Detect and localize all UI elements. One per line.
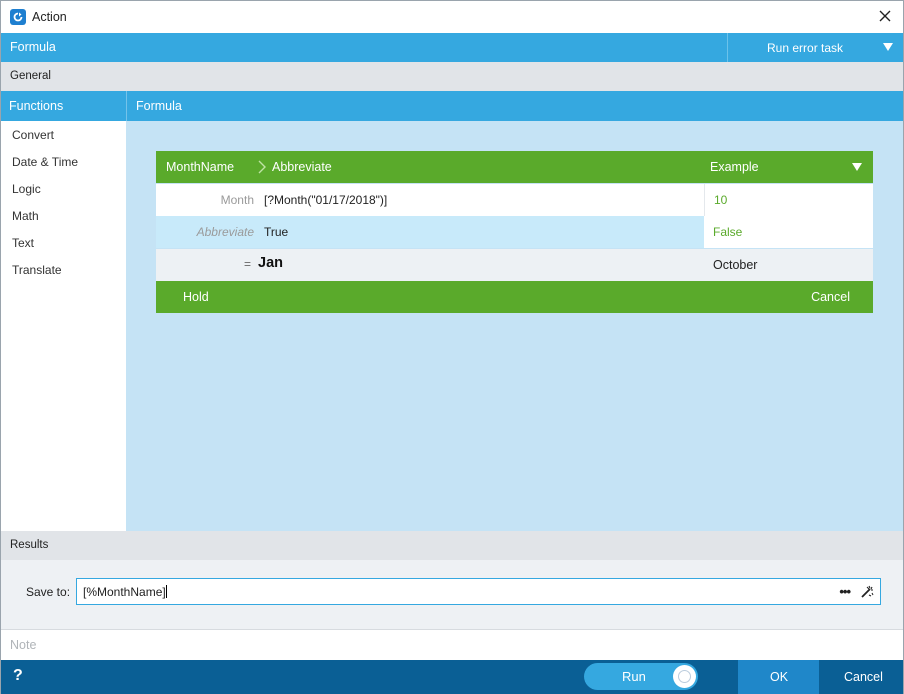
function-item-math[interactable]: Math <box>12 209 39 223</box>
formula-panel-header: Formula <box>127 91 903 121</box>
results-label: Results <box>10 539 49 551</box>
note-field[interactable]: Note <box>1 630 903 660</box>
toggle-knob <box>673 665 696 688</box>
ok-button[interactable]: OK <box>738 660 819 694</box>
functions-list: Convert Date & Time Logic Math Text Tran… <box>1 121 126 531</box>
help-icon[interactable]: ? <box>13 667 23 685</box>
functions-header: Functions <box>1 91 126 121</box>
example-label: Example <box>710 160 759 174</box>
cancel-label: Cancel <box>844 670 883 684</box>
result-value: Jan <box>258 255 283 271</box>
hold-button[interactable]: Hold <box>183 290 209 304</box>
results-panel: Save to: [%MonthName] ••• <box>1 560 903 630</box>
chevron-right-icon <box>258 160 266 177</box>
function-item-text[interactable]: Text <box>12 236 34 250</box>
parameter-name[interactable]: Abbreviate <box>272 160 332 174</box>
example-value: 10 <box>714 193 728 207</box>
window-title: Action <box>32 10 67 24</box>
magic-wand-icon[interactable] <box>860 584 875 602</box>
function-item-convert[interactable]: Convert <box>12 128 54 142</box>
example-cell[interactable]: False <box>704 216 873 248</box>
function-item-logic[interactable]: Logic <box>12 182 41 196</box>
param-label: Month <box>220 193 254 207</box>
note-placeholder: Note <box>10 638 37 652</box>
general-label: General <box>10 70 51 82</box>
param-row-month[interactable]: Month [?Month("01/17/2018")] 10 <box>156 184 873 216</box>
formula-card-footer: Hold Cancel <box>156 281 873 313</box>
run-toggle[interactable]: Run <box>584 663 698 690</box>
formula-header-bar: Formula Run error task <box>1 33 903 62</box>
result-row: = Jan October <box>156 249 873 281</box>
ok-label: OK <box>770 670 789 684</box>
param-label: Abbreviate <box>196 225 254 239</box>
equals-sign: = <box>244 257 252 271</box>
action-window: Action Formula Run error task General Fu… <box>0 0 904 694</box>
param-value[interactable]: True <box>264 225 288 239</box>
card-cancel-button[interactable]: Cancel <box>811 290 850 304</box>
ellipsis-icon[interactable]: ••• <box>839 584 851 599</box>
result-example: October <box>713 258 758 272</box>
bottom-action-bar: ? Run OK Cancel <box>1 660 903 694</box>
function-item-date-time[interactable]: Date & Time <box>12 155 78 169</box>
run-error-task-dropdown[interactable]: Run error task <box>727 33 903 62</box>
param-value[interactable]: [?Month("01/17/2018")] <box>264 193 387 207</box>
function-item-translate[interactable]: Translate <box>12 263 62 277</box>
dropdown-triangle-icon <box>883 43 893 51</box>
save-to-input[interactable]: [%MonthName] ••• <box>76 578 881 605</box>
cancel-button[interactable]: Cancel <box>820 660 903 694</box>
example-value: False <box>713 225 743 239</box>
save-to-value: [%MonthName] <box>83 585 166 599</box>
formula-panel-title: Formula <box>136 99 182 113</box>
functions-title: Functions <box>9 99 64 113</box>
function-name[interactable]: MonthName <box>166 160 234 174</box>
run-label: Run <box>622 669 646 684</box>
example-dropdown-icon[interactable] <box>852 163 862 171</box>
results-section-header[interactable]: Results <box>1 531 903 560</box>
example-cell[interactable]: 10 <box>704 184 873 216</box>
save-to-label: Save to: <box>26 585 71 599</box>
title-bar: Action <box>1 1 903 33</box>
text-caret <box>165 585 167 598</box>
param-row-abbreviate[interactable]: Abbreviate True False <box>156 216 873 248</box>
formula-title: Formula <box>10 40 56 54</box>
close-icon[interactable] <box>877 8 893 24</box>
app-logo-icon <box>10 9 26 25</box>
run-error-task-label: Run error task <box>767 41 844 55</box>
formula-card-header: MonthName Abbreviate Example <box>156 151 873 183</box>
general-section-header[interactable]: General <box>1 62 903 91</box>
